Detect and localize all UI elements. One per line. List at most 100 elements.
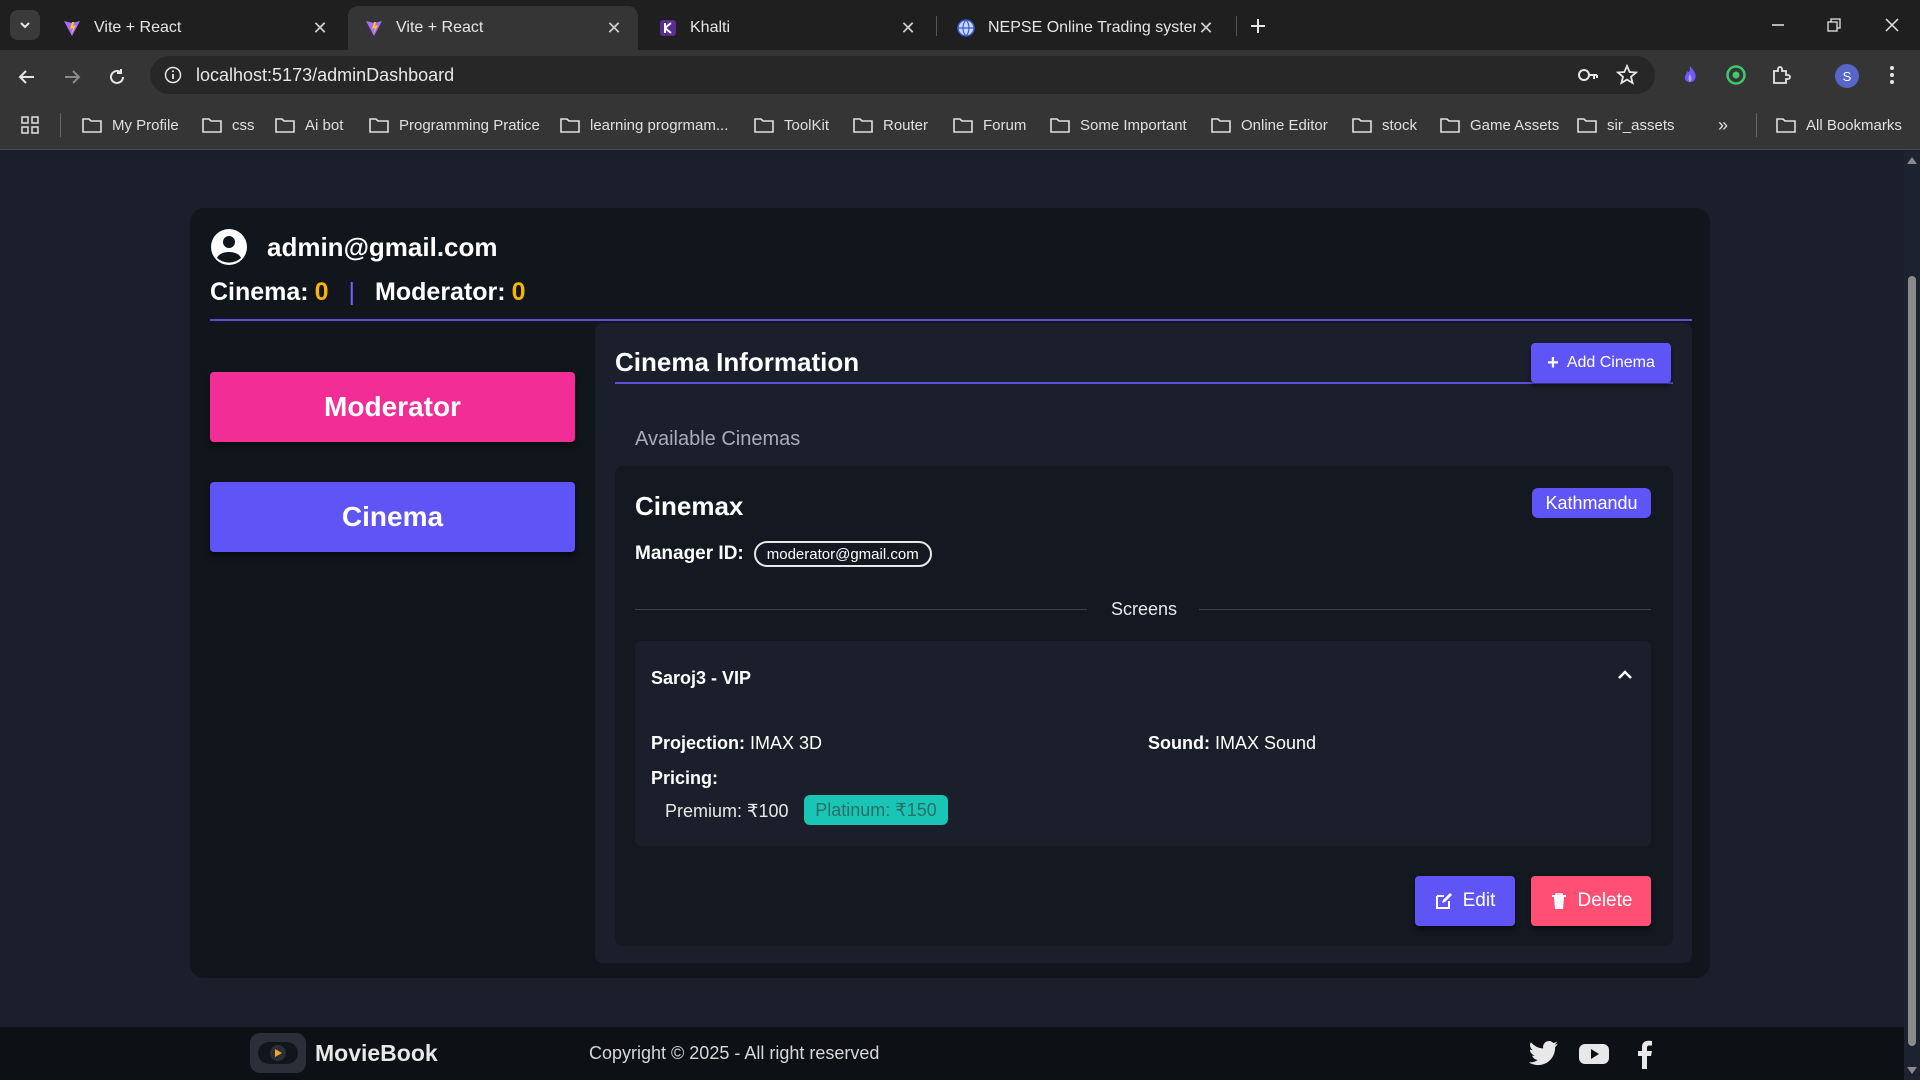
scroll-down-arrow-icon[interactable]: [1907, 1067, 1917, 1074]
arrow-left-icon: [18, 70, 34, 84]
bookmark-item[interactable]: css: [202, 113, 255, 137]
bookmark-item[interactable]: Game Assets: [1440, 113, 1559, 137]
khalti-icon: [658, 18, 678, 38]
screen-name[interactable]: Saroj3 - VIP: [651, 668, 751, 689]
sound-value: IMAX Sound: [1215, 733, 1317, 753]
edit-button[interactable]: Edit: [1415, 876, 1515, 926]
moderator-button[interactable]: Moderator: [210, 372, 575, 442]
bookmark-label: sir_assets: [1607, 116, 1675, 134]
kebab-menu-icon[interactable]: [1876, 59, 1908, 91]
bookmark-label: css: [232, 116, 255, 134]
tab-title: Vite + React: [396, 19, 484, 36]
folder-icon: [1211, 118, 1231, 133]
bookmark-item[interactable]: My Profile: [82, 113, 179, 137]
twitter-icon[interactable]: [1528, 1039, 1560, 1069]
sound-label: Sound:: [1148, 733, 1210, 753]
tab-vite-react-1[interactable]: Vite + React ✕: [46, 6, 344, 50]
close-window-button[interactable]: [1872, 8, 1912, 42]
bookmark-item[interactable]: Programming Pratice: [369, 113, 540, 137]
new-tab-button[interactable]: [1244, 12, 1272, 40]
minimize-button[interactable]: [1758, 8, 1798, 42]
delete-button[interactable]: Delete: [1531, 876, 1651, 926]
extensions-puzzle-icon[interactable]: [1765, 59, 1797, 91]
restore-button[interactable]: [1814, 8, 1854, 42]
cinema-name: Cinemax: [635, 491, 744, 521]
address-bar[interactable]: localhost:5173/adminDashboard: [150, 56, 1655, 94]
bookmark-item[interactable]: sir_assets: [1577, 113, 1675, 137]
star-icon[interactable]: [1611, 59, 1643, 91]
bookmark-item[interactable]: Online Editor: [1211, 113, 1328, 137]
chevron-down-icon: [20, 22, 30, 29]
bookmark-item[interactable]: Ai bot: [275, 113, 343, 137]
folder-icon: [369, 118, 389, 133]
close-icon[interactable]: ✕: [604, 18, 624, 38]
close-icon[interactable]: ✕: [898, 18, 918, 38]
bookmarks-overflow-button[interactable]: »: [1718, 113, 1728, 137]
all-bookmarks-button[interactable]: All Bookmarks: [1776, 113, 1902, 137]
add-cinema-label: Add Cinema: [1566, 354, 1655, 371]
bookmark-item[interactable]: stock: [1352, 113, 1417, 137]
extension-flame-icon[interactable]: [1674, 59, 1706, 91]
section-divider: [615, 382, 1673, 384]
bookmark-item[interactable]: Router: [853, 113, 928, 137]
site-info-icon[interactable]: [162, 64, 184, 86]
tab-nepse[interactable]: NEPSE Online Trading system ✕: [940, 6, 1230, 50]
bookmark-separator: [1756, 113, 1757, 137]
reload-button[interactable]: [100, 60, 134, 94]
edit-icon: [1435, 893, 1452, 909]
close-icon[interactable]: ✕: [1196, 18, 1216, 38]
folder-icon: [275, 118, 295, 133]
bookmarks-bar: My Profile css Ai bot Programming Pratice le…: [0, 100, 1920, 150]
bookmark-label: learning progrmam...: [590, 116, 729, 134]
tab-title: Vite + React: [94, 19, 182, 36]
youtube-icon[interactable]: [1578, 1039, 1610, 1069]
scrollbar-thumb[interactable]: [1908, 276, 1916, 1046]
platinum-price-badge: Platinum: ₹150: [804, 795, 948, 825]
bookmark-label: ToolKit: [784, 116, 830, 134]
bookmark-label: stock: [1382, 116, 1418, 134]
header-divider: [210, 319, 1692, 321]
bookmark-item[interactable]: Forum: [953, 113, 1026, 137]
tab-search-button[interactable]: [10, 10, 40, 40]
close-icon[interactable]: ✕: [310, 18, 330, 38]
password-key-icon[interactable]: [1572, 59, 1604, 91]
bookmark-label: Some Important: [1080, 116, 1187, 134]
tab-vite-react-2[interactable]: Vite + React ✕: [348, 6, 638, 50]
bookmark-item[interactable]: ToolKit: [754, 113, 829, 137]
url-text: localhost:5173/adminDashboard: [196, 64, 455, 85]
extension-target-icon[interactable]: [1720, 59, 1752, 91]
available-cinemas-label: Available Cinemas: [635, 428, 801, 450]
cinema-button[interactable]: Cinema: [210, 482, 575, 552]
apps-grid-icon[interactable]: [20, 113, 40, 137]
folder-icon: [1352, 118, 1372, 133]
tab-khalti[interactable]: Khalti ✕: [642, 6, 932, 50]
folder-icon: [1776, 118, 1796, 133]
admin-dashboard: admin@gmail.com Cinema: 0 | Moderator: 0…: [190, 208, 1710, 978]
bookmark-label: Online Editor: [1241, 116, 1328, 134]
scroll-up-arrow-icon[interactable]: [1907, 157, 1917, 164]
bookmark-item[interactable]: Some Important: [1050, 113, 1187, 137]
browser-toolbar: localhost:5173/adminDashboard S: [0, 50, 1920, 100]
profile-avatar[interactable]: S: [1835, 64, 1859, 88]
bookmark-item[interactable]: learning progrmam...: [560, 113, 728, 137]
chevron-up-icon[interactable]: [1615, 665, 1635, 685]
moviebook-logo[interactable]: [250, 1033, 306, 1073]
back-button[interactable]: [10, 60, 44, 94]
plus-icon: +: [1547, 351, 1559, 374]
bookmark-label: My Profile: [112, 116, 179, 134]
add-cinema-button[interactable]: + Add Cinema: [1531, 343, 1671, 383]
folder-icon: [202, 118, 222, 133]
restore-icon: [1827, 18, 1841, 32]
page-scrollbar[interactable]: [1904, 151, 1920, 1080]
stats-summary: Cinema: 0 | Moderator: 0: [210, 278, 526, 307]
forward-button[interactable]: [55, 60, 89, 94]
section-title: Cinema Information: [615, 347, 860, 377]
brand-name[interactable]: MovieBook: [315, 1040, 438, 1067]
facebook-icon[interactable]: [1628, 1039, 1660, 1069]
folder-icon: [82, 118, 102, 133]
cinema-count: 0: [314, 278, 329, 306]
projection-value: IMAX 3D: [750, 733, 823, 753]
manager-id-pill: moderator@gmail.com: [753, 541, 932, 567]
tab-strip: Vite + React ✕ Vite + React ✕ Khalti ✕ N…: [0, 0, 1920, 50]
folder-icon: [1050, 118, 1070, 133]
